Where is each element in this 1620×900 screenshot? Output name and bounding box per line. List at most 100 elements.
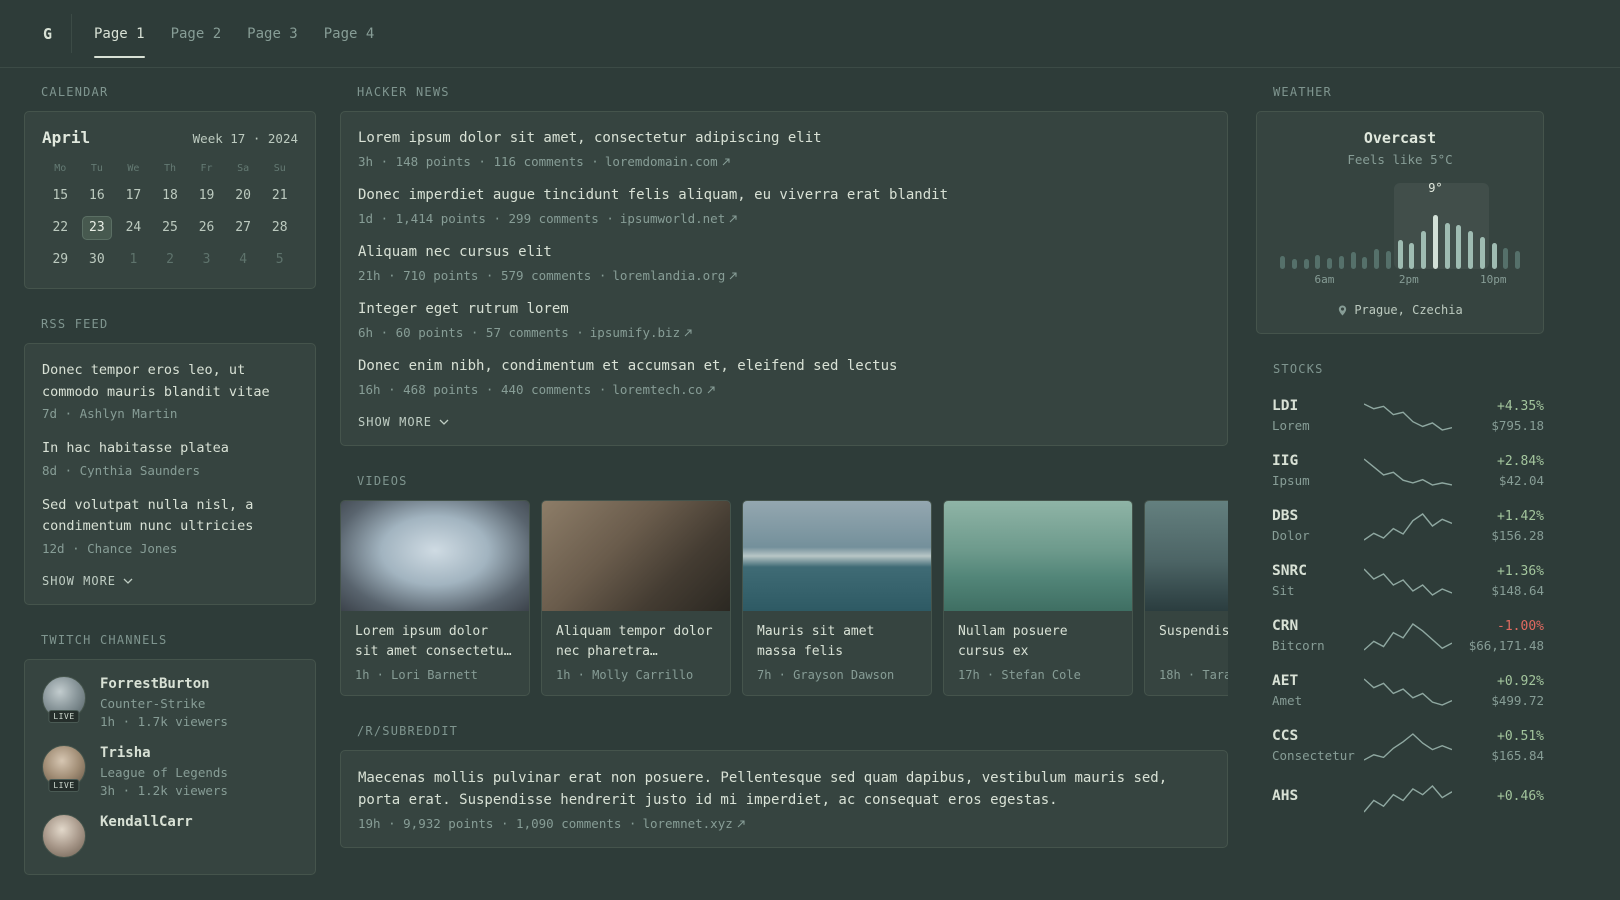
stock-row[interactable]: CCS Consectetur +0.51% $165.84 bbox=[1256, 718, 1544, 773]
calendar-day[interactable]: 2 bbox=[155, 248, 185, 272]
calendar-day[interactable]: 30 bbox=[82, 248, 112, 272]
video-card[interactable]: Nullam posuere cursus ex 17h · Stefan Co… bbox=[943, 500, 1133, 696]
subreddit-widget: /R/SUBREDDIT Maecenas mollis pulvinar er… bbox=[340, 724, 1228, 848]
stock-change: +0.92% bbox=[1497, 673, 1544, 689]
stock-values: +2.84% $42.04 bbox=[1452, 454, 1544, 488]
stock-name: Dolor bbox=[1272, 528, 1310, 543]
calendar-day[interactable]: 16 bbox=[82, 184, 112, 208]
news-source-link[interactable]: ipsumify.biz bbox=[590, 325, 692, 340]
dow-label: Su bbox=[273, 163, 286, 174]
rss-item-title[interactable]: Donec tempor eros leo, ut commodo mauris… bbox=[42, 360, 298, 403]
video-card[interactable]: Suspendisse diam 18h · Tara bbox=[1144, 500, 1228, 696]
video-thumbnail[interactable] bbox=[743, 501, 931, 611]
weather-bar bbox=[1503, 247, 1509, 269]
news-meta-text: 1d · 1,414 points · 299 comments · bbox=[358, 211, 614, 226]
rss-show-more-button[interactable]: SHOW MORE bbox=[42, 574, 133, 588]
video-card[interactable]: Lorem ipsum dolor sit amet consectetu… 1… bbox=[340, 500, 530, 696]
news-source-link[interactable]: loremlandia.org bbox=[612, 268, 737, 283]
stock-row[interactable]: DBS Dolor +1.42% $156.28 bbox=[1256, 498, 1544, 553]
calendar-day[interactable]: 17 bbox=[118, 184, 148, 208]
video-thumbnail[interactable] bbox=[341, 501, 529, 611]
calendar-day[interactable]: 19 bbox=[192, 184, 222, 208]
video-thumbnail[interactable] bbox=[1145, 501, 1228, 611]
stock-row[interactable]: LDI Lorem +4.35% $795.18 bbox=[1256, 388, 1544, 443]
subreddit-post-title[interactable]: Maecenas mollis pulvinar erat non posuer… bbox=[358, 767, 1210, 811]
calendar-day[interactable]: 15 bbox=[45, 184, 75, 208]
stock-row[interactable]: IIG Ipsum +2.84% $42.04 bbox=[1256, 443, 1544, 498]
news-meta-text: 16h · 468 points · 440 comments · bbox=[358, 382, 607, 397]
news-item: Donec imperdiet augue tincidunt felis al… bbox=[358, 185, 1210, 226]
video-card[interactable]: Aliquam tempor dolor nec pharetra… 1h · … bbox=[541, 500, 731, 696]
news-item-title[interactable]: Lorem ipsum dolor sit amet, consectetur … bbox=[358, 128, 1210, 149]
weather-bar bbox=[1444, 222, 1450, 269]
news-item-title[interactable]: Donec imperdiet augue tincidunt felis al… bbox=[358, 185, 1210, 206]
rss-item-title[interactable]: In hac habitasse platea bbox=[42, 438, 298, 460]
calendar-day[interactable]: 28 bbox=[265, 216, 295, 240]
tab-page-2[interactable]: Page 2 bbox=[171, 0, 222, 67]
stock-values: +4.35% $795.18 bbox=[1452, 399, 1544, 433]
calendar-card: April Week 17 · 2024 Mo Tu We Th Fr Sa S… bbox=[24, 111, 316, 289]
calendar-day[interactable]: 22 bbox=[45, 216, 75, 240]
stock-row[interactable]: AET Amet +0.92% $499.72 bbox=[1256, 663, 1544, 718]
stock-row[interactable]: CRN Bitcorn -1.00% $66,171.48 bbox=[1256, 608, 1544, 663]
calendar-day[interactable]: 25 bbox=[155, 216, 185, 240]
calendar-day[interactable]: 26 bbox=[192, 216, 222, 240]
news-source-link[interactable]: loremtech.co bbox=[612, 382, 715, 397]
calendar-days-grid: 15 16 17 18 19 20 21 22 23 24 25 26 27 2… bbox=[42, 184, 298, 272]
calendar-day[interactable]: 27 bbox=[228, 216, 258, 240]
stock-change: +0.46% bbox=[1497, 788, 1544, 804]
stock-values: +1.42% $156.28 bbox=[1452, 509, 1544, 543]
calendar-day[interactable]: 29 bbox=[45, 248, 75, 272]
news-item-title[interactable]: Aliquam nec cursus elit bbox=[358, 242, 1210, 263]
news-item-title[interactable]: Donec enim nibh, condimentum et accumsan… bbox=[358, 356, 1210, 377]
time-tick: 10pm bbox=[1479, 273, 1507, 286]
rss-item-meta: 8d · Cynthia Saunders bbox=[42, 462, 201, 478]
video-card[interactable]: Mauris sit amet massa felis 7h · Grayson… bbox=[742, 500, 932, 696]
news-source-link[interactable]: loremdomain.com bbox=[605, 154, 730, 169]
video-title: Nullam posuere cursus ex bbox=[958, 624, 1068, 659]
hackernews-show-more-button[interactable]: SHOW MORE bbox=[358, 415, 449, 429]
time-tick: 2pm bbox=[1398, 273, 1419, 286]
app-logo[interactable]: G bbox=[24, 0, 71, 67]
weather-bar bbox=[1280, 256, 1285, 269]
weather-bar bbox=[1515, 251, 1520, 269]
subreddit-source-link[interactable]: loremnet.xyz bbox=[642, 816, 745, 831]
news-item-meta: 16h · 468 points · 440 comments · loremt… bbox=[358, 382, 1210, 397]
calendar-day[interactable]: 21 bbox=[265, 184, 295, 208]
right-column: WEATHER Overcast Feels like 5°C 9° 6am 2… bbox=[1256, 85, 1544, 823]
calendar-day[interactable]: 24 bbox=[118, 216, 148, 240]
calendar-day-selected[interactable]: 23 bbox=[81, 216, 112, 240]
news-item-meta: 3h · 148 points · 116 comments · loremdo… bbox=[358, 154, 1210, 169]
tab-page-4[interactable]: Page 4 bbox=[324, 0, 375, 67]
calendar-day[interactable]: 18 bbox=[155, 184, 185, 208]
video-thumbnail[interactable] bbox=[944, 501, 1132, 611]
calendar-day[interactable]: 20 bbox=[228, 184, 258, 208]
news-source-link[interactable]: ipsumworld.net bbox=[620, 211, 737, 226]
calendar-day[interactable]: 4 bbox=[228, 248, 258, 272]
twitch-channel[interactable]: LIVE Trisha League of Legends 3h · 1.2k … bbox=[42, 744, 298, 798]
weather-bar bbox=[1397, 240, 1403, 269]
weather-location[interactable]: Prague, Czechia bbox=[1274, 303, 1526, 317]
calendar-day[interactable]: 3 bbox=[192, 248, 222, 272]
weather-widget: WEATHER Overcast Feels like 5°C 9° 6am 2… bbox=[1256, 85, 1544, 334]
calendar-day[interactable]: 1 bbox=[118, 248, 148, 272]
videos-row: Lorem ipsum dolor sit amet consectetu… 1… bbox=[340, 500, 1228, 696]
stock-change: +1.42% bbox=[1497, 508, 1544, 524]
twitch-channel[interactable]: KendallCarr bbox=[42, 813, 298, 858]
external-link-icon bbox=[707, 385, 715, 393]
tab-page-1[interactable]: Page 1 bbox=[94, 0, 145, 67]
stock-row[interactable]: AHS +0.46% bbox=[1256, 773, 1544, 823]
rss-item-title[interactable]: Sed volutpat nulla nisl, a condimentum n… bbox=[42, 495, 298, 538]
weather-time-axis: 6am 2pm 10pm bbox=[1274, 273, 1526, 287]
news-item-title[interactable]: Integer eget rutrum lorem bbox=[358, 299, 1210, 320]
twitch-channel[interactable]: LIVE ForrestBurton Counter-Strike 1h · 1… bbox=[42, 675, 298, 729]
external-link-icon bbox=[729, 214, 737, 222]
chevron-down-icon bbox=[439, 419, 449, 425]
twitch-widget: TWITCH CHANNELS LIVE ForrestBurton Count… bbox=[24, 633, 316, 875]
news-source-domain: ipsumworld.net bbox=[619, 211, 726, 226]
stock-sparkline bbox=[1364, 783, 1452, 813]
stock-row[interactable]: SNRC Sit +1.36% $148.64 bbox=[1256, 553, 1544, 608]
video-thumbnail[interactable] bbox=[542, 501, 730, 611]
calendar-day[interactable]: 5 bbox=[265, 248, 295, 272]
tab-page-3[interactable]: Page 3 bbox=[247, 0, 298, 67]
